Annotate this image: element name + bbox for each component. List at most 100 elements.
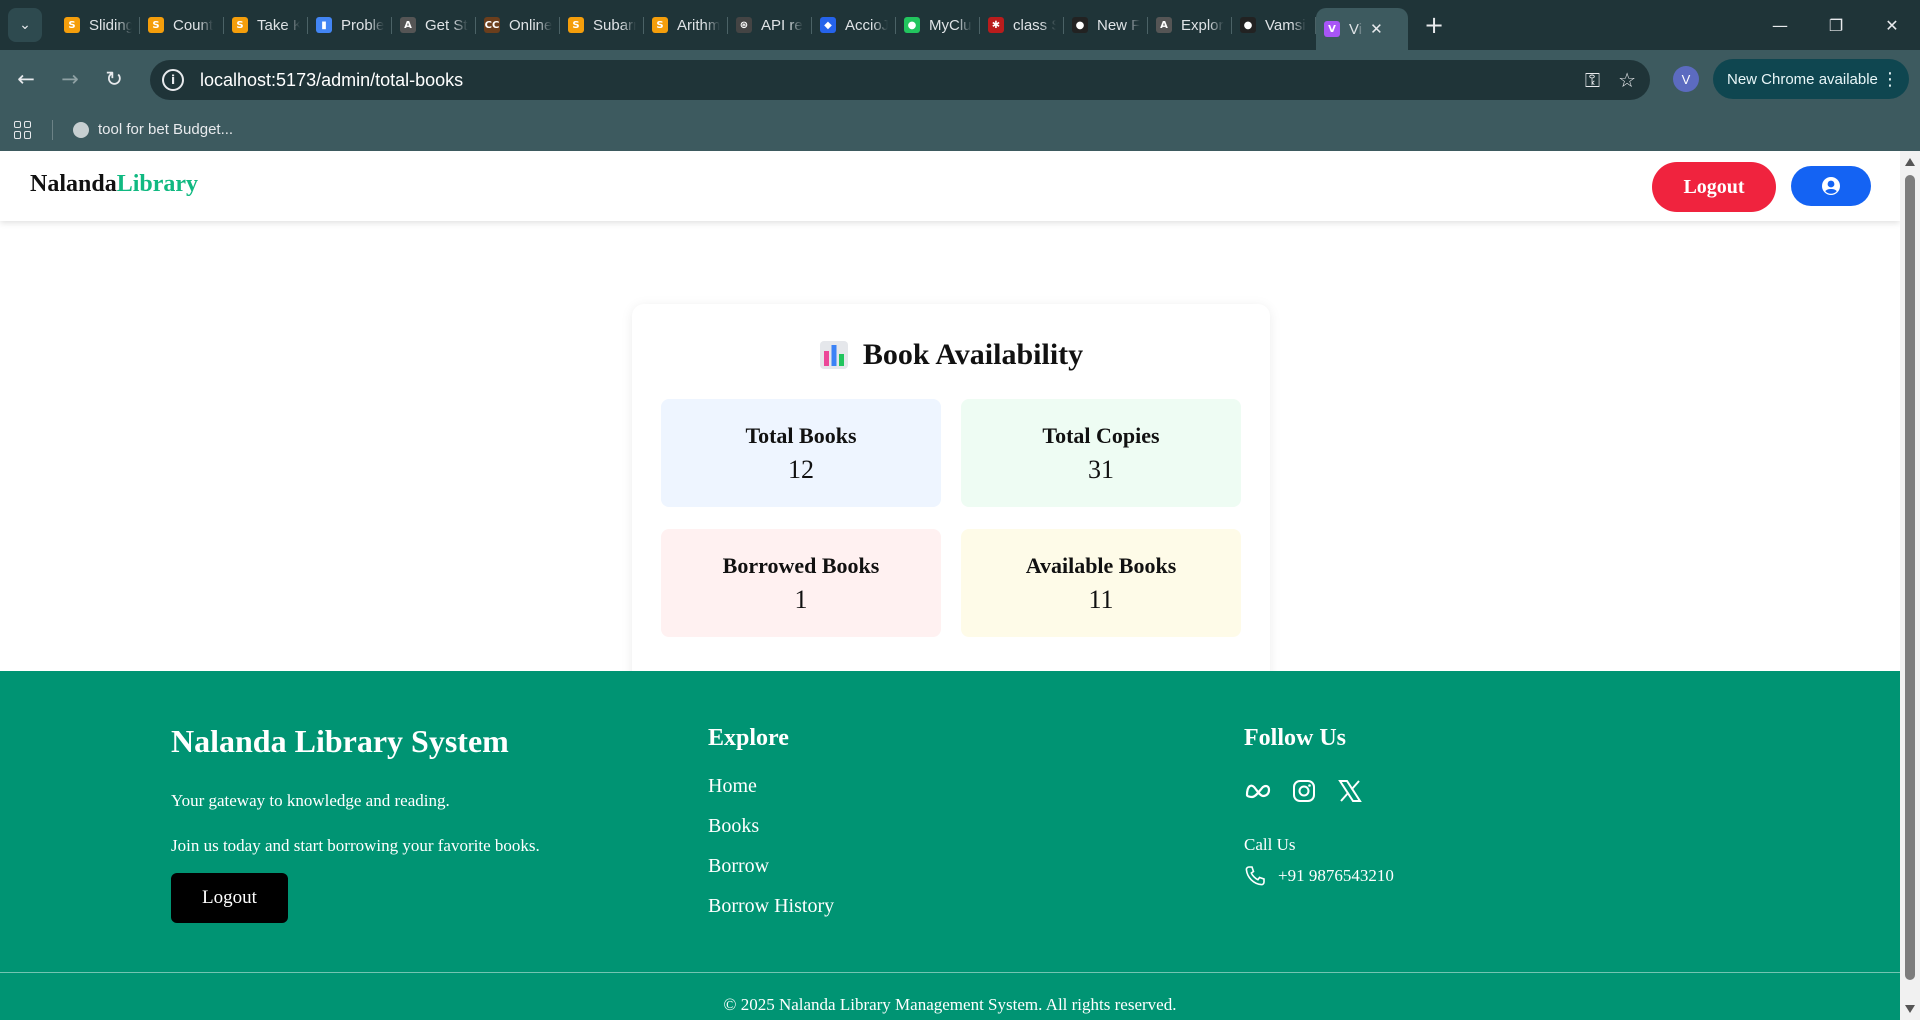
address-bar[interactable]: i localhost:5173/admin/total-books ⚿ ☆ xyxy=(150,60,1650,100)
new-tab-button[interactable]: + xyxy=(1424,11,1444,39)
browser-tab[interactable]: ✱ class S xyxy=(980,0,1064,50)
stat-value: 12 xyxy=(788,455,814,484)
site-info-icon[interactable]: i xyxy=(162,69,184,91)
profile-avatar[interactable]: V xyxy=(1673,66,1699,92)
logout-button[interactable]: Logout xyxy=(1652,162,1776,212)
site-navbar: NalandaLibrary Logout xyxy=(0,151,1900,221)
stat-value: 1 xyxy=(794,585,808,614)
stat-label: Borrowed Books xyxy=(722,553,880,578)
page-scrollbar[interactable] xyxy=(1900,151,1920,1020)
tab-favicon-icon: ◆ xyxy=(820,17,836,33)
bar-chart-icon xyxy=(819,341,848,369)
footer-link-home[interactable]: Home xyxy=(708,775,757,798)
scroll-up-arrow[interactable] xyxy=(1905,158,1915,166)
x-icon[interactable] xyxy=(1336,777,1364,805)
tab-title: Take K xyxy=(257,16,300,34)
url-text[interactable]: localhost:5173/admin/total-books xyxy=(200,70,463,91)
tab-favicon-icon: ● xyxy=(1072,17,1088,33)
forward-button[interactable]: → xyxy=(52,61,88,97)
bookmark-star-icon[interactable]: ☆ xyxy=(1618,68,1636,92)
tab-favicon-icon: A xyxy=(400,17,416,33)
tab-title: class S xyxy=(1013,16,1056,34)
tab-title: Vi xyxy=(1349,20,1363,38)
page-viewport: NalandaLibrary Logout Book Availability … xyxy=(0,151,1920,1020)
stat-label: Total Books xyxy=(745,423,857,448)
footer-link-books[interactable]: Books xyxy=(708,815,759,838)
minimize-button[interactable]: — xyxy=(1752,0,1808,50)
browser-tab[interactable]: ● Vamsi xyxy=(1232,0,1316,50)
browser-tab[interactable]: A Explor xyxy=(1148,0,1232,50)
tab-favicon-icon: ⊛ xyxy=(736,17,752,33)
tab-title: Subarr xyxy=(593,16,636,34)
stat-total-copies: Total Copies 31 xyxy=(961,399,1241,507)
bookmarks-bar: tool for bet Budget... xyxy=(0,108,1920,151)
stat-value: 11 xyxy=(1088,585,1114,614)
scrollbar-thumb[interactable] xyxy=(1905,175,1915,980)
more-menu-icon[interactable]: ⋮ xyxy=(1881,69,1899,90)
browser-tab[interactable]: A Get St xyxy=(392,0,476,50)
browser-tab[interactable]: S Sliding xyxy=(56,0,140,50)
phone-icon xyxy=(1245,866,1265,886)
browser-tab[interactable]: S Arithm xyxy=(644,0,728,50)
footer-title: Nalanda Library System xyxy=(171,723,509,759)
browser-tab[interactable]: S Take K xyxy=(224,0,308,50)
tab-title: Sliding xyxy=(89,16,132,34)
stat-total-books: Total Books 12 xyxy=(661,399,941,507)
reload-button[interactable]: ↻ xyxy=(96,61,132,97)
apps-grid-icon[interactable] xyxy=(14,120,32,139)
tab-favicon-icon: S xyxy=(64,17,80,33)
tab-title: Online xyxy=(509,16,552,34)
browser-tab[interactable]: ● MyClu xyxy=(896,0,980,50)
footer-logout-button[interactable]: Logout xyxy=(171,873,288,923)
tab-favicon-icon: CC xyxy=(484,17,500,33)
tab-favicon-icon: V xyxy=(1324,21,1340,37)
browser-tab[interactable]: S Subarr xyxy=(560,0,644,50)
social-links xyxy=(1244,777,1364,805)
bookmark-label: tool for bet Budget... xyxy=(98,121,234,138)
stat-label: Available Books xyxy=(1025,553,1177,578)
tab-title: Get St xyxy=(425,16,468,34)
footer-link-borrow[interactable]: Borrow xyxy=(708,855,769,878)
browser-tab[interactable]: ◆ AccioJ xyxy=(812,0,896,50)
browser-tab[interactable]: ⊛ API re xyxy=(728,0,812,50)
user-circle-icon xyxy=(1822,177,1840,195)
tab-favicon-icon: ● xyxy=(1240,17,1256,33)
stat-borrowed-books: Borrowed Books 1 xyxy=(661,529,941,637)
meta-icon[interactable] xyxy=(1244,777,1272,805)
close-window-button[interactable]: ✕ xyxy=(1864,0,1920,50)
tab-title: Explor xyxy=(1181,16,1224,34)
browser-tab[interactable]: ▮ Proble xyxy=(308,0,392,50)
bookmarks-separator xyxy=(52,119,53,140)
browser-tab[interactable]: ● New F xyxy=(1064,0,1148,50)
browser-tab[interactable]: S Count xyxy=(140,0,224,50)
tab-title: API re xyxy=(761,16,803,34)
tab-title: New F xyxy=(1097,16,1140,34)
active-browser-tab[interactable]: V Vi ✕ xyxy=(1316,8,1408,50)
close-tab-icon[interactable]: ✕ xyxy=(1370,20,1383,38)
window-controls: — ❐ ✕ xyxy=(1752,0,1920,50)
chrome-update-button[interactable]: New Chrome available ⋮ xyxy=(1713,59,1909,99)
tab-strip: ⌄ S Sliding S Count S Take K ▮ Proble A Get St CC O… xyxy=(0,0,1920,50)
tab-favicon-icon: ● xyxy=(904,17,920,33)
tab-favicon-icon: ✱ xyxy=(988,17,1004,33)
tab-favicon-icon: S xyxy=(652,17,668,33)
restore-button[interactable]: ❐ xyxy=(1808,0,1864,50)
brand-logo[interactable]: NalandaLibrary xyxy=(30,171,198,198)
browser-tab[interactable]: CC Online xyxy=(476,0,560,50)
tab-title: Proble xyxy=(341,16,384,34)
instagram-icon[interactable] xyxy=(1290,777,1318,805)
back-button[interactable]: ← xyxy=(8,61,44,97)
bookmark-item[interactable]: tool for bet Budget... xyxy=(73,121,233,138)
tab-favicon-icon: S xyxy=(568,17,584,33)
site-footer: Nalanda Library System Your gateway to k… xyxy=(0,671,1900,1020)
tab-title: Count xyxy=(173,16,214,34)
tab-search-button[interactable]: ⌄ xyxy=(8,8,42,42)
footer-link-borrow-history[interactable]: Borrow History xyxy=(708,895,834,918)
scroll-down-arrow[interactable] xyxy=(1905,1005,1915,1013)
browser-toolbar: ← → ↻ i localhost:5173/admin/total-books… xyxy=(0,50,1920,108)
password-key-icon[interactable]: ⚿ xyxy=(1585,68,1600,92)
phone-number[interactable]: +91 9876543210 xyxy=(1278,866,1394,886)
tab-favicon-icon: ▮ xyxy=(316,17,332,33)
user-profile-button[interactable] xyxy=(1791,166,1871,206)
brand-part-1: Nalanda xyxy=(30,171,117,197)
